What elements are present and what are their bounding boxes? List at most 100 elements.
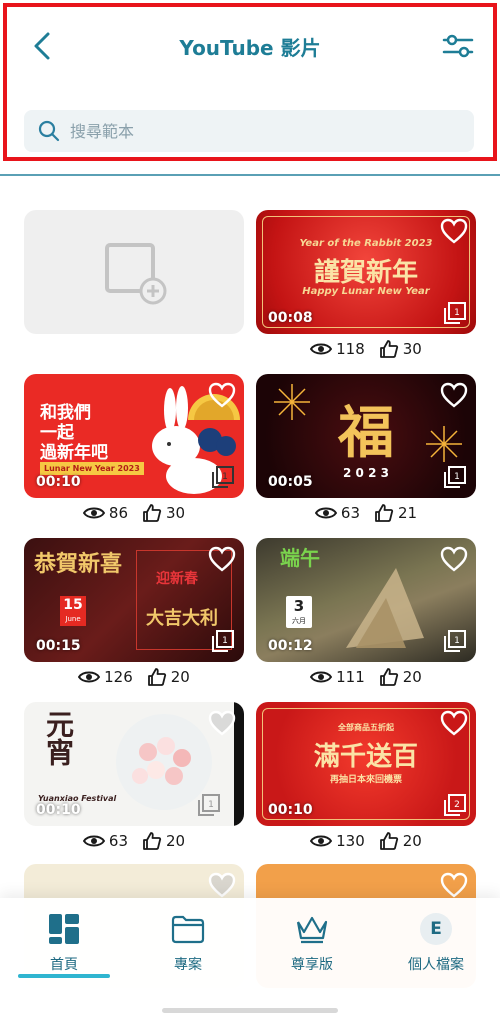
eye-icon xyxy=(310,671,333,683)
card-stats: 63 20 xyxy=(24,826,244,856)
card-subtitle: 迎新春 xyxy=(156,571,198,587)
card-stats: 126 20 xyxy=(24,662,244,692)
home-grid-icon xyxy=(49,914,79,944)
nav-active-indicator xyxy=(18,974,110,978)
card-stats: 111 20 xyxy=(256,662,476,692)
view-count: 111 xyxy=(336,668,365,686)
nav-home[interactable]: 首頁 xyxy=(4,912,124,974)
template-card[interactable]: Year of the Rabbit 2023 謹賀新年 Happy Lunar… xyxy=(256,210,476,364)
card-headline: 端午 xyxy=(280,546,320,570)
card-headline: 謹賀新年 xyxy=(313,258,418,288)
nav-profile[interactable]: E 個人檔案 xyxy=(376,912,496,974)
home-indicator xyxy=(162,1008,338,1013)
template-thumbnail[interactable]: 和我們 一起 過新年吧 Lunar New Year 2023 00:10 1 xyxy=(24,374,244,498)
eye-icon xyxy=(82,835,105,847)
nav-projects[interactable]: 專案 xyxy=(128,912,248,974)
heart-icon[interactable] xyxy=(440,710,468,736)
crown-icon xyxy=(296,916,328,944)
folder-icon xyxy=(171,915,205,944)
heart-icon[interactable] xyxy=(208,382,236,408)
search-bar[interactable] xyxy=(24,110,474,152)
like-count: 20 xyxy=(166,832,186,850)
thumbs-up-icon xyxy=(375,504,394,522)
video-duration: 00:08 xyxy=(268,310,313,326)
video-duration: 00:05 xyxy=(268,474,313,490)
svg-text:1: 1 xyxy=(454,308,460,318)
template-card[interactable]: 端午 3 六月 00:12 1 111 20 xyxy=(256,538,476,692)
heart-icon[interactable] xyxy=(440,546,468,572)
heart-icon[interactable] xyxy=(440,218,468,244)
calendar-day: 15 xyxy=(63,597,83,613)
thumbs-up-icon xyxy=(379,668,398,686)
view-count: 118 xyxy=(336,340,365,358)
scenes-count-icon: 1 xyxy=(444,302,466,324)
add-new-thumbnail[interactable] xyxy=(24,210,244,334)
bottom-navigation: 首頁 專案 尊享版 E 個人檔案 xyxy=(0,898,500,1024)
eye-icon xyxy=(82,507,105,519)
calendar-month: 六月 xyxy=(292,617,306,625)
card-stats: 63 21 xyxy=(256,498,476,528)
template-thumbnail[interactable]: 元宵 Yuanxiao Festival 00:10 1 xyxy=(24,702,244,826)
nav-profile-label: 個人檔案 xyxy=(408,957,464,973)
like-count: 20 xyxy=(402,832,422,850)
thumbs-up-icon xyxy=(379,340,398,358)
thumbs-up-icon xyxy=(143,832,162,850)
calendar-badge: 3 六月 xyxy=(286,596,312,628)
scenes-count-icon: 1 xyxy=(212,466,234,488)
svg-text:2: 2 xyxy=(454,800,460,810)
video-duration: 00:10 xyxy=(268,802,313,818)
calendar-day: 3 xyxy=(293,597,305,615)
heart-icon[interactable] xyxy=(208,710,236,736)
template-card[interactable]: 全部商品五折起 滿千送百 再抽日本來回機票 00:10 2 130 20 xyxy=(256,702,476,856)
like-count: 30 xyxy=(166,504,186,522)
video-duration: 00:10 xyxy=(36,474,81,490)
filter-button[interactable] xyxy=(440,30,476,62)
scenes-count-icon: 2 xyxy=(444,794,466,816)
template-thumbnail[interactable]: 端午 3 六月 00:12 1 xyxy=(256,538,476,662)
zongzi-illustration xyxy=(346,568,424,648)
scenes-count-icon: 1 xyxy=(444,630,466,652)
nav-premium[interactable]: 尊享版 xyxy=(252,912,372,974)
heart-icon[interactable] xyxy=(440,872,468,898)
video-duration: 00:12 xyxy=(268,638,313,654)
template-card[interactable]: 恭賀新喜 15 June 迎新春 大吉大利 00:15 1 126 20 xyxy=(24,538,244,692)
card-stats: 130 20 xyxy=(256,826,476,856)
nav-home-label: 首頁 xyxy=(50,957,78,973)
like-count: 20 xyxy=(170,668,190,686)
header-divider xyxy=(0,174,500,176)
template-card[interactable]: 福 2 0 2 3 00:05 1 63 21 xyxy=(256,374,476,528)
like-count: 30 xyxy=(402,340,422,358)
template-card[interactable]: 元宵 Yuanxiao Festival 00:10 1 63 20 xyxy=(24,702,244,856)
template-thumbnail[interactable]: 福 2 0 2 3 00:05 1 xyxy=(256,374,476,498)
heart-icon[interactable] xyxy=(440,382,468,408)
add-new-icon xyxy=(105,243,167,305)
heart-icon[interactable] xyxy=(208,546,236,572)
add-new-card[interactable] xyxy=(24,210,244,334)
heart-icon[interactable] xyxy=(208,872,236,898)
svg-text:1: 1 xyxy=(454,472,460,482)
like-count: 21 xyxy=(398,504,418,522)
nav-projects-label: 專案 xyxy=(174,957,202,973)
card-stats: 86 30 xyxy=(24,498,244,528)
template-thumbnail[interactable]: Year of the Rabbit 2023 謹賀新年 Happy Lunar… xyxy=(256,210,476,334)
page-title: YouTube 影片 xyxy=(179,36,321,60)
template-thumbnail[interactable]: 全部商品五折起 滿千送百 再抽日本來回機票 00:10 2 xyxy=(256,702,476,826)
sliders-icon xyxy=(442,34,474,58)
search-icon xyxy=(38,120,60,142)
card-stats: 118 30 xyxy=(256,334,476,364)
view-count: 63 xyxy=(340,504,360,522)
eye-icon xyxy=(310,835,333,847)
view-count: 126 xyxy=(104,668,133,686)
scenes-count-icon: 1 xyxy=(198,794,220,816)
thumbs-up-icon xyxy=(147,668,166,686)
eye-icon xyxy=(78,671,101,683)
eye-icon xyxy=(314,507,337,519)
card-caption: 再抽日本來回機票 xyxy=(329,775,402,785)
template-card[interactable]: 和我們 一起 過新年吧 Lunar New Year 2023 00:10 1 … xyxy=(24,374,244,528)
nav-premium-label: 尊享版 xyxy=(291,957,333,973)
video-duration: 00:15 xyxy=(36,638,81,654)
search-input[interactable] xyxy=(70,121,450,141)
template-thumbnail[interactable]: 恭賀新喜 15 June 迎新春 大吉大利 00:15 1 xyxy=(24,538,244,662)
svg-text:1: 1 xyxy=(208,800,214,810)
like-count: 20 xyxy=(402,668,422,686)
